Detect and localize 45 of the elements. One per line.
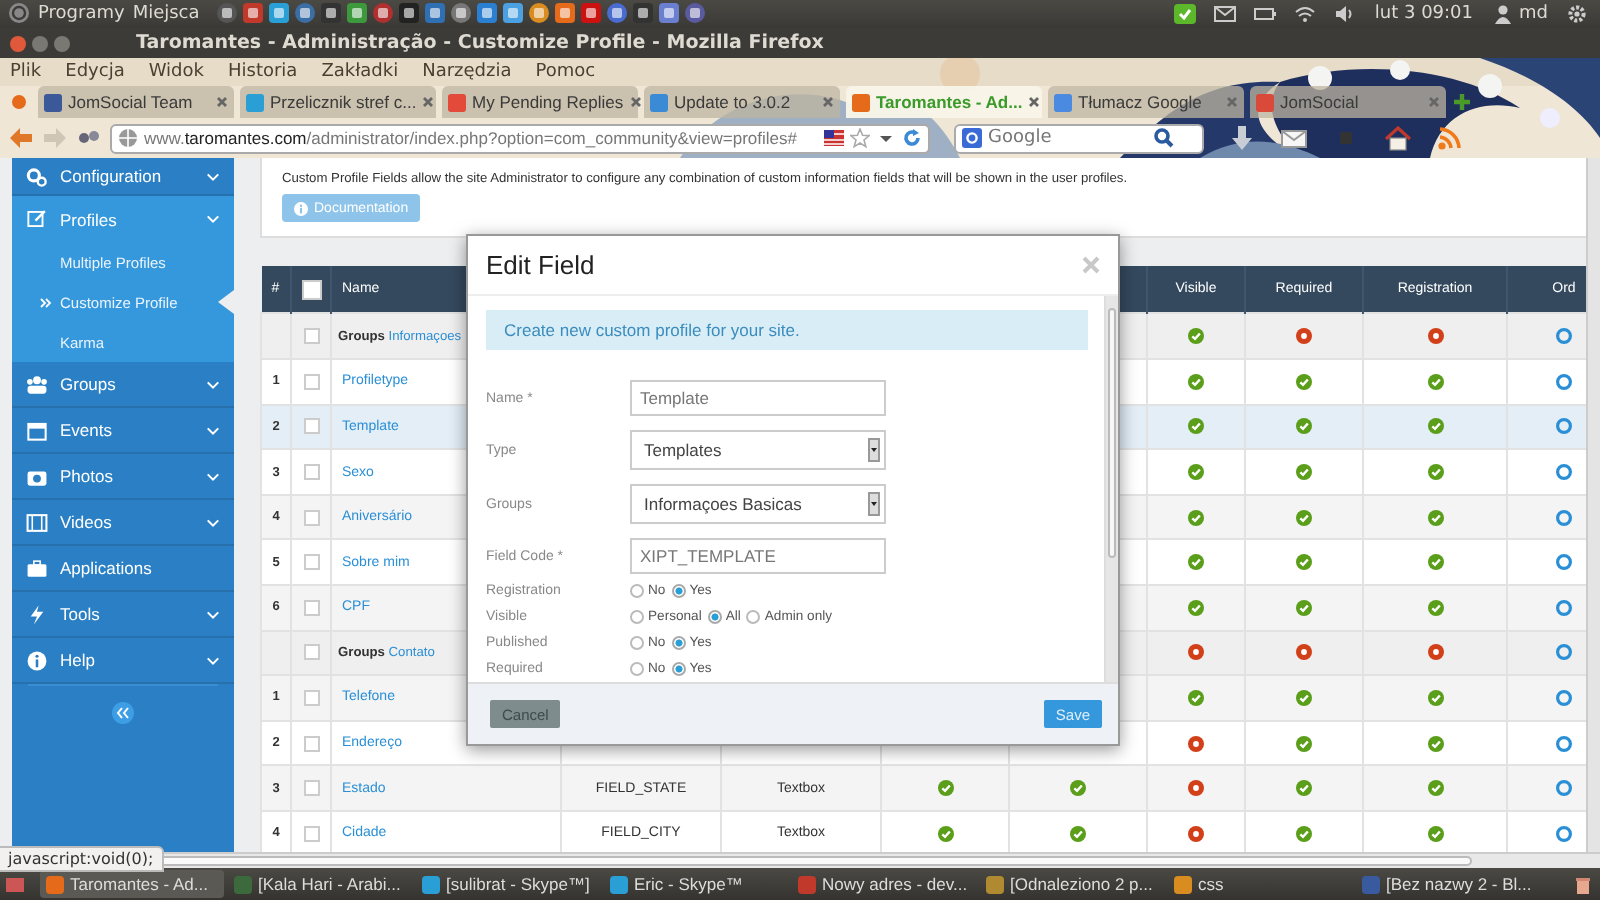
- menu-item[interactable]: Plik: [10, 62, 42, 83]
- taskbar-item[interactable]: Taromantes - Ad...: [40, 870, 224, 899]
- sidebar-item[interactable]: Videos: [12, 500, 234, 547]
- user-name[interactable]: md: [1519, 3, 1548, 24]
- search-field[interactable]: Google: [954, 123, 1204, 154]
- menu-item[interactable]: Widok: [148, 62, 204, 83]
- menu-item[interactable]: Historia: [227, 62, 298, 83]
- status-tooltip: javascript:void(0);: [0, 846, 164, 872]
- dialog-title: Edit Field: [486, 250, 597, 280]
- browser-tab[interactable]: Taromantes - Ad...: [846, 86, 1042, 119]
- window-title: Taromantes - Administração - Customize Profile - Mozilla Firefox: [136, 32, 824, 55]
- text-field[interactable]: Template: [630, 380, 886, 416]
- dropdown[interactable]: Informaçoes Basicas: [630, 484, 886, 524]
- sidebar-item[interactable]: Help: [12, 638, 234, 685]
- menu-item[interactable]: Pomoc: [535, 62, 596, 83]
- browser-tab[interactable]: My Pending Replies: [442, 86, 638, 119]
- taskbar-item[interactable]: Eric - Skype™: [604, 870, 788, 899]
- taskbar-item[interactable]: [sulibrat - Skype™]: [416, 870, 600, 899]
- panel-menu[interactable]: Programy: [38, 3, 125, 24]
- sidebar-item[interactable]: Applications: [12, 546, 234, 593]
- taskbar-item[interactable]: css: [1168, 870, 1352, 899]
- address-bar[interactable]: www.taromantes.com/administrator/index.php?option=com_community&view=profiles#: [110, 123, 930, 154]
- menu-item[interactable]: Edycja: [65, 62, 125, 83]
- dropdown[interactable]: Templates: [630, 430, 886, 470]
- search-input[interactable]: Google: [988, 128, 1148, 149]
- info-alert: Create new custom profile for your site.: [486, 310, 1088, 350]
- menu-item[interactable]: Narzędzia: [422, 62, 512, 83]
- sidebar-item[interactable]: Tools: [12, 592, 234, 639]
- browser-tab[interactable]: JomSocial Team: [38, 86, 234, 119]
- sidebar-item[interactable]: Photos: [12, 454, 234, 501]
- sidebar-item[interactable]: Profiles: [12, 196, 234, 243]
- taskbar-item[interactable]: [Bez nazwy 2 - Bl...: [1356, 870, 1540, 899]
- sidebar-item[interactable]: Events: [12, 408, 234, 455]
- taskbar-item[interactable]: [Kala Hari - Arabi...: [228, 870, 412, 899]
- browser-tab[interactable]: Update to 3.0.2: [644, 86, 840, 119]
- text-field[interactable]: XIPT_TEMPLATE: [630, 538, 886, 574]
- clock[interactable]: lut 3 09:01: [1374, 3, 1474, 24]
- browser-tab[interactable]: JomSocial: [1250, 86, 1446, 119]
- browser-tab[interactable]: Tłumacz Google: [1048, 86, 1244, 119]
- sidebar-item[interactable]: Groups: [12, 362, 234, 409]
- taskbar-item[interactable]: [Odnaleziono 2 p...: [980, 870, 1164, 899]
- taskbar-item[interactable]: Nowy adres - dev...: [792, 870, 976, 899]
- menu-item[interactable]: Zakładki: [321, 62, 399, 83]
- browser-tab[interactable]: Przelicznik stref c...: [240, 86, 436, 119]
- panel-menu[interactable]: Miejsca: [132, 3, 200, 24]
